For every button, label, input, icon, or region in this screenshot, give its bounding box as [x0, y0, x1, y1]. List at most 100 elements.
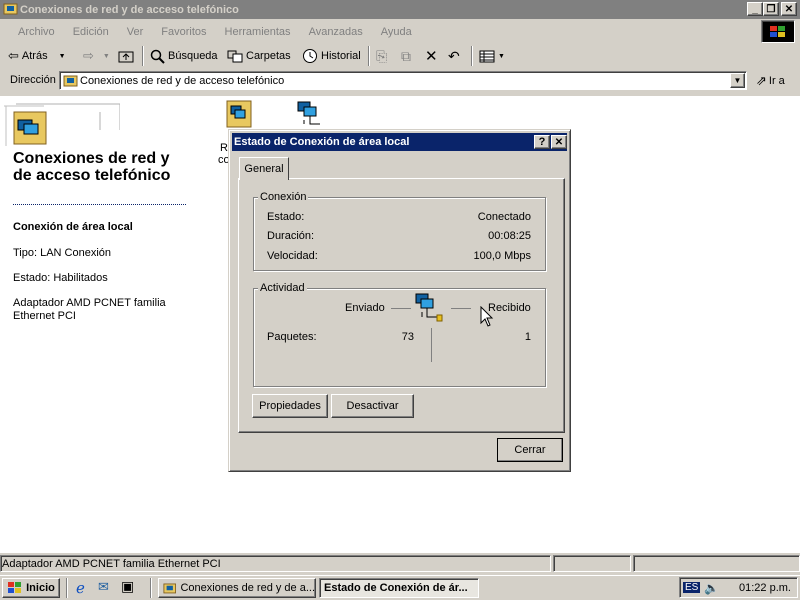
packets-sent-value: 73 [401, 331, 414, 343]
address-input[interactable]: Conexiones de red y de acceso telefónico… [59, 71, 747, 90]
close-button[interactable]: ✕ [781, 2, 797, 16]
menu-edicion[interactable]: Edición [64, 26, 118, 38]
move-to-button[interactable]: ⎘ [376, 46, 387, 66]
activity-divider [431, 328, 432, 362]
network-connections-icon [4, 103, 120, 146]
network-computers-icon [297, 101, 320, 125]
window-title: Conexiones de red y de acceso telefónico [20, 3, 239, 16]
network-activity-icon [415, 293, 443, 322]
status-panel-zone [553, 555, 631, 572]
copy-to-button[interactable]: ⧉ [401, 46, 411, 66]
menu-avanzadas[interactable]: Avanzadas [300, 26, 372, 38]
go-arrow-icon: ⇗ [756, 73, 767, 88]
window-titlebar[interactable]: Conexiones de red y de acceso telefónico [0, 0, 800, 19]
selected-item-adapter: Adaptador AMD PCNET familia Ethernet PCI [13, 297, 166, 322]
menu-herramientas[interactable]: Herramientas [216, 26, 300, 38]
back-arrow-icon: ⇦ [8, 48, 19, 63]
volume-speaker-icon[interactable]: 🔈 [704, 581, 719, 595]
status-value: Conectado [477, 211, 531, 223]
dialog-titlebar[interactable]: Estado de Conexión de área local [232, 133, 567, 151]
task-button-explorer[interactable]: Conexiones de red y de a... [158, 578, 316, 598]
copy-to-icon: ⧉ [401, 47, 411, 64]
dialog-title: Estado de Conexión de área local [234, 136, 410, 148]
clock[interactable]: 01:22 p.m. [739, 582, 791, 594]
toolbar-separator [471, 46, 473, 66]
views-button[interactable]: ▼ [479, 46, 505, 66]
dialog-close-button[interactable]: ✕ [551, 135, 567, 149]
undo-icon: ↶ [448, 47, 460, 64]
outlook-express-icon[interactable]: ✉ [98, 579, 109, 595]
received-label: Recibido [488, 302, 531, 314]
speed-value: 100,0 Mbps [473, 250, 531, 262]
menu-bar: Archivo Edición Ver Favoritos Herramient… [0, 22, 800, 42]
properties-button[interactable]: Propiedades [252, 394, 328, 418]
sent-label: Enviado [345, 302, 385, 314]
activity-line-right [451, 308, 471, 309]
show-desktop-icon[interactable]: ▣ [121, 578, 134, 595]
toolbar-separator [368, 46, 370, 66]
maximize-button[interactable]: ❐ [763, 2, 779, 16]
search-button[interactable]: Búsqueda [150, 46, 218, 66]
tab-general[interactable]: General [239, 157, 289, 180]
minimize-button[interactable]: _ [747, 2, 763, 16]
disable-button[interactable]: Desactivar [331, 394, 414, 418]
views-grid-icon [479, 50, 495, 62]
task-button-status-dialog[interactable]: Estado de Conexión de ár... [319, 578, 479, 598]
system-tray: ES 🔈 01:22 p.m. [679, 577, 798, 598]
chevron-down-icon: ▼ [58, 52, 66, 60]
menu-favoritos[interactable]: Favoritos [152, 26, 215, 38]
activity-group-label: Actividad [258, 282, 307, 294]
list-item-label: R [220, 142, 228, 154]
pane-title: Conexiones de red y de acceso telefónico [13, 150, 171, 184]
language-indicator[interactable]: ES [683, 582, 701, 593]
mouse-pointer-icon [480, 306, 494, 327]
up-folder-icon [118, 51, 134, 63]
forward-button[interactable]: ⇨ ▼ [83, 46, 110, 66]
toolbar-separator [142, 46, 144, 66]
help-button[interactable]: ? [534, 135, 550, 149]
packets-label: Paquetes: [267, 331, 317, 343]
up-folder-button[interactable] [118, 46, 134, 66]
address-dropdown-button[interactable]: ▼ [730, 73, 745, 88]
taskbar-separator [150, 578, 152, 598]
chevron-down-icon: ▼ [733, 76, 742, 85]
start-button[interactable]: Inicio [2, 578, 60, 598]
connection-status-dialog: Estado de Conexión de área local ? ✕ Gen… [228, 129, 571, 472]
menu-ver[interactable]: Ver [118, 26, 153, 38]
status-text: Adaptador AMD PCNET familia Ethernet PCI [0, 555, 551, 572]
status-panel-location [633, 555, 800, 572]
connection-group-label: Conexión [258, 191, 309, 203]
duration-value: 00:08:25 [488, 230, 531, 242]
chevron-down-icon: ▼ [498, 52, 505, 60]
close-dialog-button[interactable]: Cerrar [497, 438, 563, 462]
undo-button[interactable]: ↶ [448, 46, 460, 66]
network-folder-icon [163, 583, 177, 594]
address-label: Dirección [10, 74, 56, 86]
history-clock-icon [303, 49, 317, 63]
packets-received-value: 1 [524, 331, 531, 343]
activity-line-left [391, 308, 411, 309]
forward-arrow-icon: ⇨ [83, 48, 94, 63]
history-button[interactable]: Historial [302, 46, 361, 66]
search-icon [150, 49, 165, 64]
lan-connection-icon [226, 100, 252, 128]
menu-ayuda[interactable]: Ayuda [372, 26, 421, 38]
web-view-pane: Conexiones de red y de acceso telefónico… [0, 96, 200, 553]
move-to-icon: ⎘ [376, 47, 388, 64]
selected-item-type: Tipo: LAN Conexión [13, 247, 112, 259]
delete-x-icon: ✕ [425, 48, 438, 65]
selected-item-state: Estado: Habilitados [13, 272, 108, 284]
chevron-down-icon: ▼ [102, 52, 110, 60]
delete-button[interactable]: ✕ [425, 46, 438, 66]
back-button[interactable]: ⇦ Atrás ▼ [8, 46, 66, 66]
status-label: Estado: [267, 211, 305, 223]
pane-divider [13, 204, 186, 205]
folders-button[interactable]: Carpetas [227, 46, 291, 66]
list-item[interactable] [294, 100, 334, 130]
taskbar-separator [66, 578, 68, 598]
windows-logo-icon [761, 20, 795, 43]
menu-archivo[interactable]: Archivo [8, 26, 64, 38]
selected-item-name: Conexión de área local [13, 221, 133, 233]
internet-explorer-icon[interactable]: ℯ [76, 579, 85, 597]
go-button[interactable]: ⇗ Ir a [756, 73, 785, 89]
